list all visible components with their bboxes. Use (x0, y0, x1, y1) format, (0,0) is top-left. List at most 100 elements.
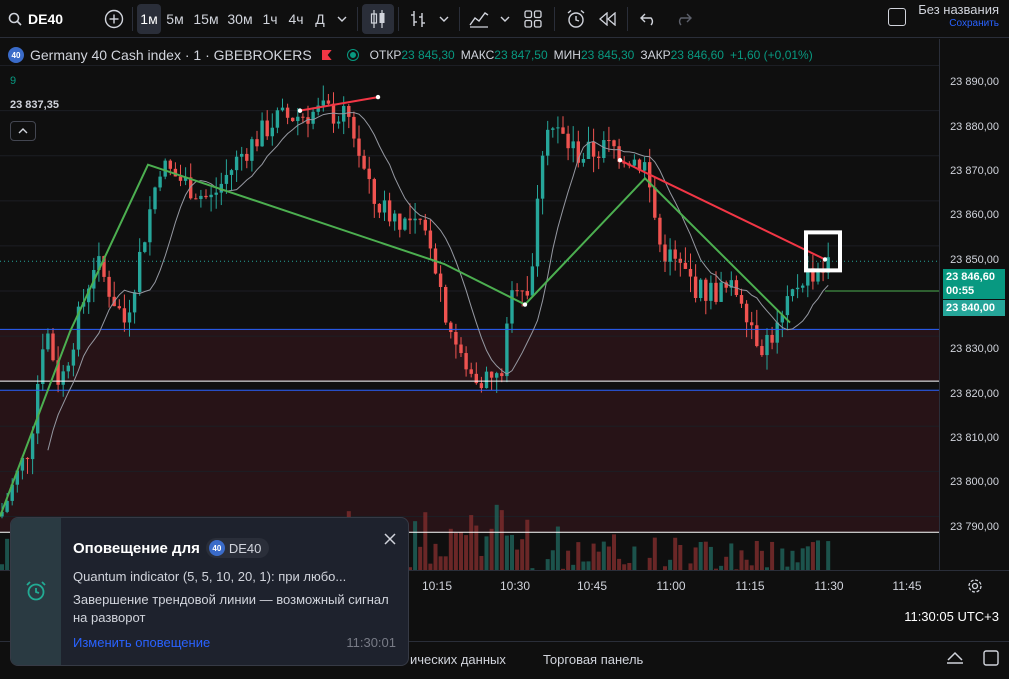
add-symbol-button[interactable] (100, 4, 128, 34)
volume-bar (413, 521, 418, 570)
candle-body (642, 162, 647, 171)
flag-icon[interactable] (321, 50, 332, 60)
interval-dropdown-button[interactable] (331, 4, 353, 34)
market-status-icon[interactable] (347, 50, 358, 60)
indicators-dropdown-button[interactable] (494, 4, 516, 34)
zone-band (0, 390, 939, 533)
interval-1h-button[interactable]: 1ч (257, 4, 283, 34)
interval-4h-button[interactable]: 4ч (283, 4, 309, 34)
volume-bar (703, 541, 708, 570)
redo-button[interactable] (666, 4, 700, 34)
price-tick: 23 850,00 (950, 254, 999, 266)
price-axis[interactable]: 23 890,00 23 880,00 23 870,00 23 860,00 … (939, 39, 1009, 570)
close-notification-button[interactable] (384, 532, 396, 550)
candle-body (398, 213, 402, 230)
candle-body (132, 292, 137, 313)
candle-body (352, 116, 356, 139)
divider (132, 6, 133, 31)
price-chart[interactable] (0, 39, 939, 570)
instrument-title[interactable]: Germany 40 Cash index · 1 · GBEBROKERS (30, 47, 312, 63)
candle-body (770, 334, 774, 343)
chart-settings-button[interactable] (967, 578, 983, 594)
candles-icon (370, 9, 385, 28)
bars-chart-type-button[interactable] (403, 4, 433, 34)
price-tick: 23 830,00 (950, 343, 999, 355)
price-tick: 23 870,00 (950, 165, 999, 177)
candle-body (709, 282, 713, 301)
candle-body (479, 383, 484, 389)
indicators-icon (469, 11, 489, 28)
candle-body (801, 285, 805, 288)
interval-5m-button[interactable]: 5м (161, 4, 189, 34)
candle-body (790, 289, 795, 297)
volume-bar (586, 561, 591, 570)
candle-body (612, 140, 616, 147)
candle-body (224, 174, 229, 184)
candle-body (418, 218, 422, 220)
candle-body (591, 141, 596, 157)
volume-bar (438, 556, 443, 570)
notification-title-text: Оповещение для (73, 539, 200, 557)
volume-bar (678, 544, 683, 570)
chart-type-dropdown-button[interactable] (433, 4, 455, 34)
layout-title-area: Без названия Сохранить (888, 3, 999, 31)
interval-30m-button[interactable]: 30м (223, 4, 257, 34)
candle-body (515, 290, 519, 292)
volume-bar (810, 542, 815, 570)
candles-chart-type-button[interactable] (362, 3, 394, 34)
tab-historical-data[interactable]: ических данных (410, 652, 506, 667)
volume-bar (816, 540, 820, 570)
candle-body (229, 170, 234, 175)
collapse-icon[interactable] (945, 650, 965, 664)
divider (398, 6, 399, 31)
volume-bar (606, 546, 611, 570)
candle-body (607, 140, 611, 142)
undo-button[interactable] (632, 4, 666, 34)
volume-bar (504, 535, 509, 570)
candle-body (551, 128, 555, 130)
tab-trading-panel[interactable]: Торговая панель (543, 652, 643, 667)
volume-bar (744, 559, 749, 570)
candle-body (755, 325, 759, 347)
candle-body (795, 287, 800, 290)
indicators-button[interactable] (464, 4, 494, 34)
symbol-search[interactable]: DE40 (0, 11, 96, 27)
candle-body (464, 353, 468, 370)
candle-body (66, 365, 70, 372)
candle-body (372, 179, 376, 204)
candle-body (505, 323, 509, 377)
candle-body (377, 203, 382, 213)
volume-bar (464, 535, 469, 570)
low-value: 23 845,30 (580, 48, 635, 62)
save-link[interactable]: Сохранить (918, 17, 999, 31)
volume-bar (652, 537, 657, 570)
layouts-button[interactable] (516, 4, 550, 34)
candle-body (36, 383, 40, 434)
alert-button[interactable] (559, 4, 593, 34)
alert-notification[interactable]: Оповещение для 40 DE40 Quantum indicator… (10, 517, 409, 666)
volume-bar (520, 539, 525, 570)
maximize-icon[interactable] (983, 650, 999, 666)
volume-bar (566, 550, 571, 570)
divider (357, 6, 358, 31)
interval-15m-button[interactable]: 15м (189, 4, 223, 34)
layout-name-block[interactable]: Без названия Сохранить (918, 3, 999, 31)
replay-button[interactable] (593, 4, 623, 34)
trendline-point (822, 257, 828, 262)
volume-bar (469, 515, 474, 570)
interval-1m-button[interactable]: 1м (137, 3, 161, 34)
volume-bar (591, 543, 596, 570)
layout-checkbox[interactable] (888, 8, 907, 26)
candle-body (275, 110, 280, 128)
candle-body (474, 373, 478, 384)
volume-bar (418, 546, 423, 570)
change-value: +1,60 (+0,01%) (729, 48, 813, 62)
candle-body (107, 276, 111, 297)
candle-body (428, 230, 433, 249)
collapse-legend-button[interactable] (10, 121, 36, 141)
edit-alert-link[interactable]: Изменить оповещение (73, 635, 210, 650)
candle-body (25, 457, 30, 460)
clock[interactable]: 11:30:05 UTC+3 (904, 609, 999, 624)
interval-day-button[interactable]: Д (309, 4, 331, 34)
symbol-chip[interactable]: 40 DE40 (205, 538, 270, 558)
